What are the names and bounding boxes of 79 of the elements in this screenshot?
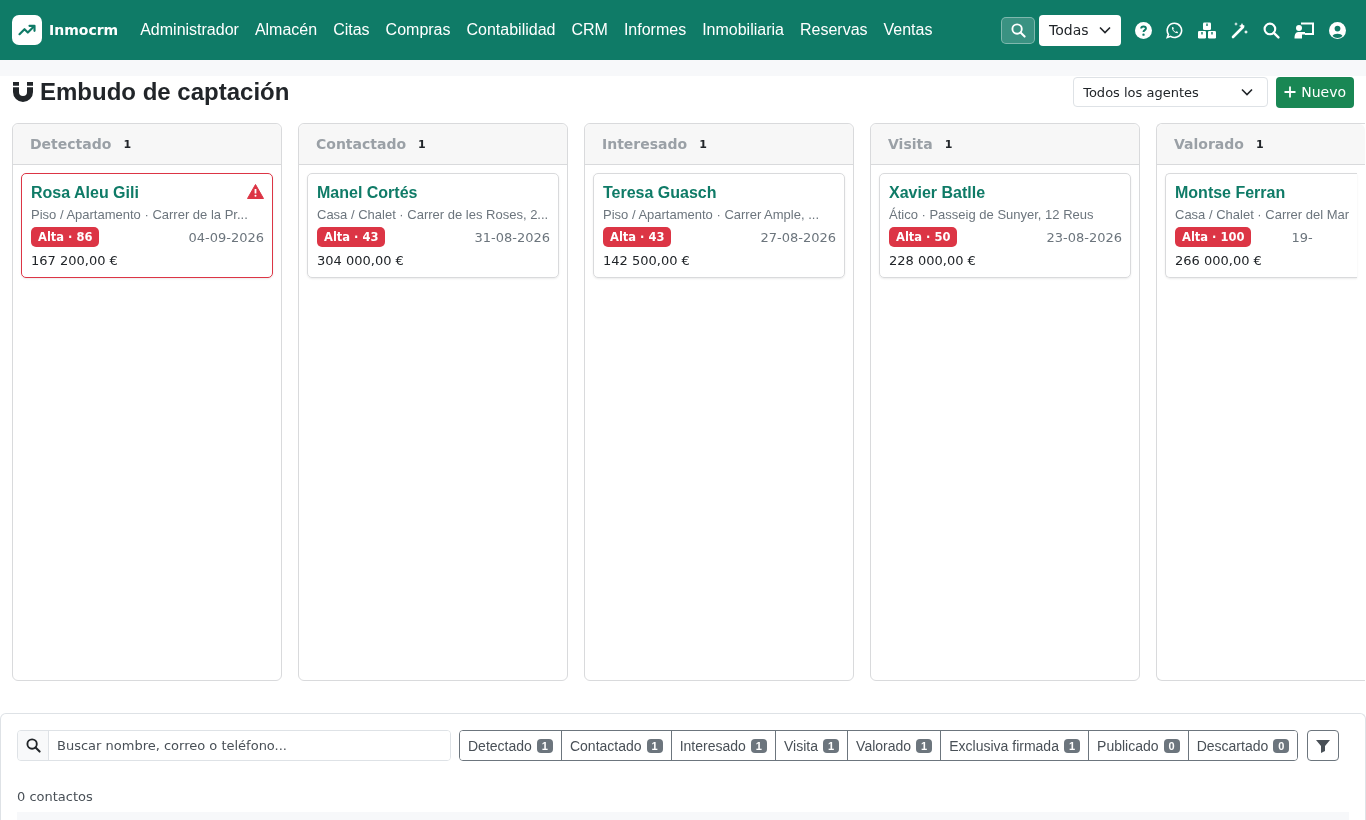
app-name[interactable]: Inmocrm: [49, 22, 119, 38]
nav-link[interactable]: Compras: [377, 21, 459, 39]
nav-link[interactable]: Almacén: [246, 21, 326, 39]
property-detail: Piso / Apartamento · Carrer de la Pr...: [31, 207, 249, 222]
chevron-icon: [1099, 26, 1111, 34]
count-badge: 1: [916, 738, 933, 753]
nav-link[interactable]: Informes: [615, 21, 695, 39]
lead-card[interactable]: Rosa Aleu Gili Piso / Apartamento · Carrer de la Pr... Alta · 86 04-09-2026 167 200,00 €: [21, 173, 273, 278]
lead-name[interactable]: Rosa Aleu Gili: [31, 184, 139, 202]
plus-icon: [1284, 86, 1297, 98]
lead-name[interactable]: Teresa Guasch: [603, 184, 717, 202]
lead-card[interactable]: Montse Ferran Casa / Chalet · Carrer del Mar Alta · 100 19- 266 000,00 €: [1165, 173, 1358, 278]
help-icon[interactable]: [1135, 21, 1152, 39]
lead-card[interactable]: Teresa Guasch Piso / Apartamento · Carrer Ample, ... Alta · 43 27-08-2026 142 500,00 €: [593, 173, 845, 278]
count-badge: 1: [646, 738, 663, 753]
chat-icon[interactable]: [1166, 21, 1183, 39]
search-icon[interactable]: [1263, 21, 1280, 39]
nav-link[interactable]: Contabilidad: [458, 21, 564, 39]
stage-filter[interactable]: Descartado 0: [1187, 731, 1298, 760]
column-title: Detectado: [30, 136, 112, 152]
count-badge: 1: [750, 738, 767, 753]
magnet-icon: [12, 81, 34, 103]
property-detail: Casa / Chalet · Carrer de les Roses, 2...: [317, 207, 550, 222]
search-icon: [25, 738, 41, 753]
nav-link[interactable]: Ventas: [875, 21, 941, 39]
filter-icon: [1315, 737, 1332, 754]
priority-badge: Alta · 43: [603, 227, 672, 247]
count-badge: 0: [1273, 738, 1290, 753]
property-detail: Piso / Apartamento · Carrer Ample, ...: [603, 207, 821, 222]
lead-price: 266 000,00 €: [1175, 253, 1263, 268]
nav-link[interactable]: Administrador: [132, 21, 247, 39]
scope-select[interactable]: Todas: [1039, 14, 1121, 46]
lead-name[interactable]: Xavier Batlle: [889, 184, 986, 202]
lead-price: 304 000,00 €: [317, 253, 405, 268]
magic-wand-icon[interactable]: [1231, 21, 1249, 39]
search-button[interactable]: [1001, 16, 1035, 44]
trend-chart-icon[interactable]: [12, 15, 42, 45]
result-count: 0 contactos: [17, 789, 94, 804]
nav-link[interactable]: Reservas: [791, 21, 876, 39]
count-badge: 1: [822, 738, 840, 753]
lead-date: 27-08-2026: [760, 229, 836, 245]
lead-price: 167 200,00 €: [31, 253, 119, 268]
nav-link[interactable]: CRM: [563, 21, 616, 39]
column-title: Valorado: [1174, 136, 1244, 152]
lead-date: 04-09-2026: [188, 229, 264, 245]
property-detail: Casa / Chalet · Carrer del Mar: [1175, 207, 1350, 222]
lead-date: 31-08-2026: [474, 229, 550, 245]
count-badge: 1: [1063, 738, 1081, 753]
lead-name[interactable]: Montse Ferran: [1175, 184, 1286, 202]
priority-badge: Alta · 86: [31, 227, 100, 247]
lead-price: 228 000,00 €: [889, 253, 977, 268]
lead-price: 142 500,00 €: [603, 253, 691, 268]
priority-badge: Alta · 100: [1175, 227, 1252, 247]
new-button[interactable]: Nuevo: [1276, 76, 1354, 108]
page-title: Embudo de captación: [40, 78, 290, 106]
warning-icon: [247, 184, 264, 199]
nav-link[interactable]: Inmobiliaria: [694, 21, 792, 39]
presenter-icon[interactable]: [1294, 21, 1315, 39]
search-field[interactable]: Buscar nombre, correo o teléfono...: [17, 730, 451, 761]
count-badge: 0: [1163, 738, 1180, 753]
boxes-icon[interactable]: [1197, 21, 1217, 39]
nav-link[interactable]: Citas: [325, 21, 378, 39]
user-icon[interactable]: [1329, 21, 1346, 39]
chevron-icon: [1241, 88, 1254, 96]
column-title: Visita: [888, 136, 933, 152]
priority-badge: Alta · 50: [889, 227, 958, 247]
search-icon: [1010, 22, 1026, 38]
lead-date: 19-: [1291, 229, 1313, 245]
lead-name[interactable]: Manel Cortés: [317, 184, 418, 202]
lead-date: 23-08-2026: [1046, 229, 1122, 245]
lead-card[interactable]: Manel Cortés Casa / Chalet · Carrer de les Roses, 2... Alta · 43 31-08-2026 304 000,00 €: [307, 173, 559, 278]
priority-badge: Alta · 43: [317, 227, 386, 247]
count-badge: 1: [536, 738, 553, 753]
property-detail: Ático · Passeig de Sunyer, 12 Reus: [889, 207, 1095, 222]
agent-select[interactable]: Todos los agentes: [1073, 77, 1269, 107]
filter-button[interactable]: [1307, 730, 1340, 761]
column-title: Interesado: [602, 136, 688, 152]
column-title: Contactado: [316, 136, 407, 152]
lead-card[interactable]: Xavier Batlle Ático · Passeig de Sunyer, 12 Reus Alta · 50 23-08-2026 228 000,00 €: [879, 173, 1131, 278]
